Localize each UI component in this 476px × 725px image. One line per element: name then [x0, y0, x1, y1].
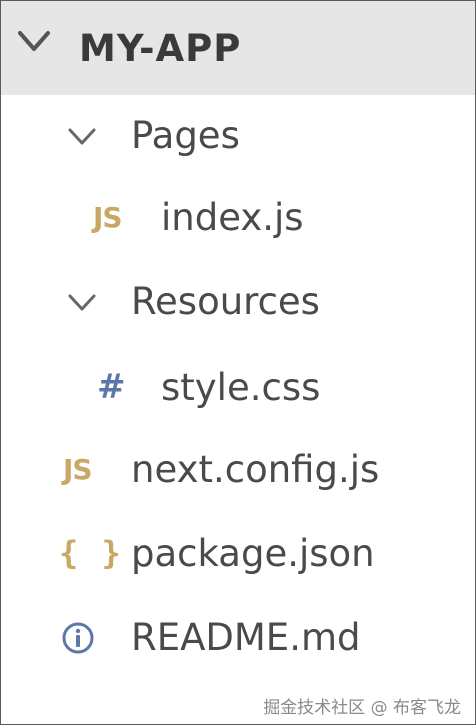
- tree-item-readme-md[interactable]: README.md: [1, 597, 475, 677]
- json-file-icon: { }: [59, 534, 123, 572]
- tree-item-label: package.json: [131, 532, 375, 575]
- tree-item-label: Pages: [131, 114, 240, 157]
- tree-item-label: README.md: [131, 616, 361, 659]
- chevron-down-icon[interactable]: [67, 127, 97, 147]
- js-file-icon: JS: [63, 453, 93, 486]
- css-file-icon: #: [97, 367, 126, 407]
- chevron-down-icon[interactable]: [17, 29, 51, 55]
- tree-item-label: style.css: [161, 366, 321, 409]
- watermark: 掘金技术社区 @ 布客飞龙: [263, 698, 461, 718]
- info-icon: [62, 622, 94, 654]
- tree-item-next-config-js[interactable]: JS next.config.js: [1, 431, 475, 511]
- chevron-down-icon[interactable]: [67, 293, 97, 313]
- tree-item-style-css[interactable]: # style.css: [1, 349, 475, 429]
- tree-item-package-json[interactable]: { } package.json: [1, 515, 475, 595]
- tree-item-label: index.js: [161, 196, 304, 239]
- file-explorer: MY-APP Pages JS index.js Resources # sty…: [0, 0, 476, 725]
- tree-item-label: next.config.js: [131, 448, 380, 491]
- tree-item-label: Resources: [131, 280, 320, 323]
- root-folder-label: MY-APP: [79, 27, 242, 70]
- explorer-root-header[interactable]: MY-APP: [1, 1, 475, 95]
- tree-item-index-js[interactable]: JS index.js: [1, 181, 475, 261]
- tree-item-resources-folder[interactable]: Resources: [1, 265, 475, 345]
- tree-item-pages-folder[interactable]: Pages: [1, 99, 475, 179]
- js-file-icon: JS: [93, 201, 123, 234]
